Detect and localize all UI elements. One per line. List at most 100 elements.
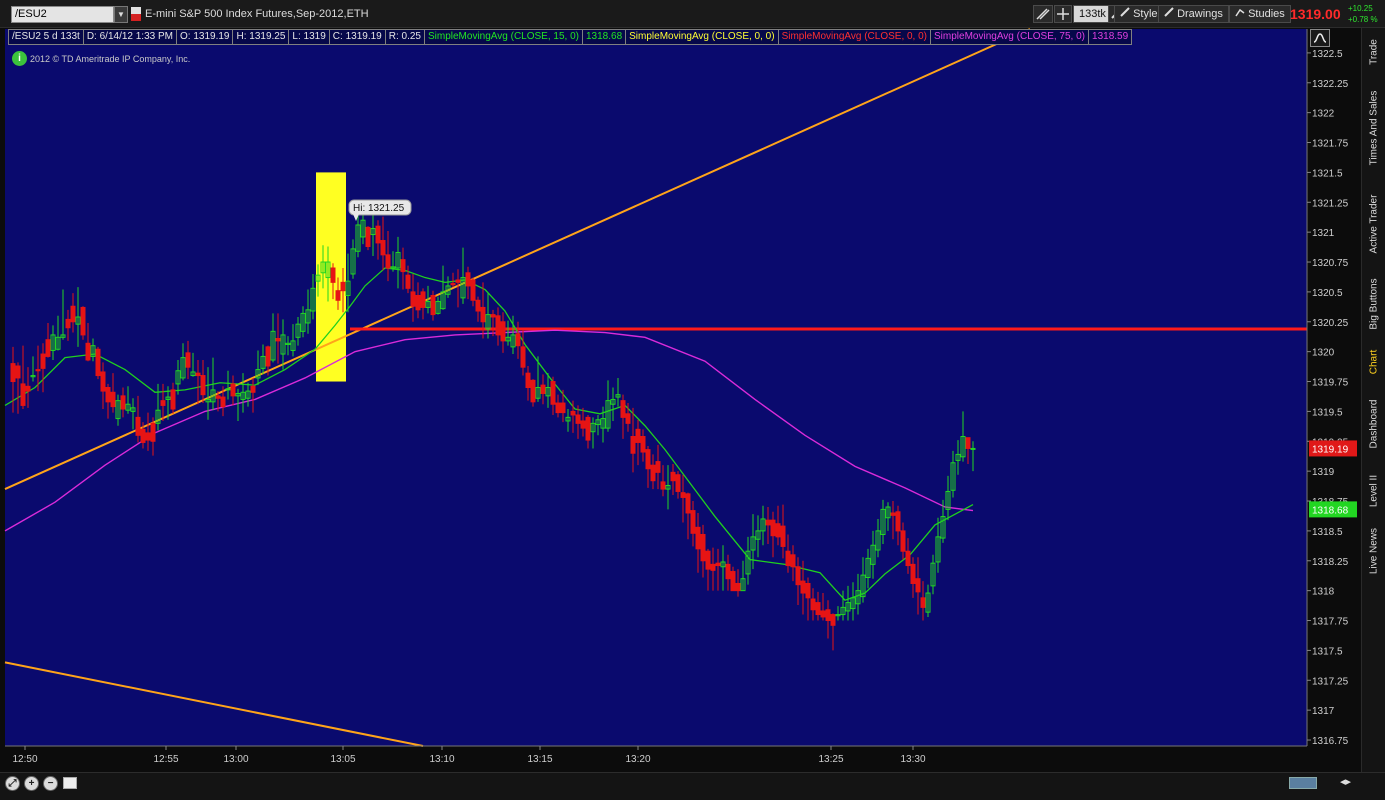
info-close: C: 1319.19 [328,29,386,45]
zoom-in-icon[interactable]: + [24,776,39,791]
copyright-text: 2012 © TD Ameritrade IP Company, Inc. [30,54,191,64]
tab-dashboard[interactable]: Dashboard [1363,386,1385,462]
candle-body [775,523,781,538]
candle-body [550,381,556,405]
tab-big-buttons[interactable]: Big Buttons [1363,268,1385,340]
scroll-arrows-icon[interactable]: ◂▸ [1340,775,1351,788]
candle-body [770,519,776,537]
link-color-icon[interactable] [131,7,141,21]
style-label: Style [1133,8,1158,20]
candle-body [785,550,791,567]
aggregation-selector[interactable]: 133tk [1073,5,1112,23]
symbol-input[interactable]: /ESU2 [11,6,114,23]
candle-body [195,372,201,377]
tab-chart[interactable]: Chart [1363,342,1385,382]
price-tick-label: 1319.5 [1312,407,1343,418]
price-tick-label: 1317.75 [1312,617,1349,628]
style-button[interactable]: Style [1114,5,1164,23]
horizontal-scrollbar[interactable] [1289,777,1317,789]
candle-body [700,533,706,562]
candle-body [100,371,106,392]
time-tick-label: 13:10 [429,754,454,765]
candle-body [135,416,141,436]
candle-body [450,283,456,286]
candle-body [675,474,681,492]
instrument-description: E-mini S&P 500 Index Futures,Sep-2012,ET… [145,8,369,20]
sma0-red-label[interactable]: SimpleMovingAvg (CLOSE, 0, 0) [777,29,932,45]
candle-body [805,582,811,599]
studies-button[interactable]: Studies [1229,5,1291,23]
candle-body [335,290,341,301]
crosshair-toggle-icon[interactable] [63,777,77,789]
candle-body [480,306,486,323]
candle-body [110,391,116,408]
candle-body [120,395,126,410]
candle-body [900,530,906,552]
candle-body [895,511,901,532]
last-price-badge-label: 1319.19 [1312,444,1349,455]
candle-body [910,563,916,584]
candle-body [35,369,41,372]
drawings-button[interactable]: Drawings [1158,5,1229,23]
tab-times-and-sales[interactable]: Times And Sales [1363,76,1385,180]
sma0-yellow-label[interactable]: SimpleMovingAvg (CLOSE, 0, 0) [625,29,779,45]
candle-body [730,571,736,592]
price-tick-label: 1317.25 [1312,676,1349,687]
price-tick-label: 1320.25 [1312,318,1349,329]
candle-body [215,395,221,399]
expand-icon[interactable]: i [12,51,27,66]
side-panel-tabs: Trade Times And Sales Active Trader Big … [1361,28,1385,772]
plot-area[interactable] [5,29,1307,746]
time-tick-label: 13:05 [330,754,355,765]
sma75-value: 1318.59 [1088,29,1133,45]
tab-live-news[interactable]: Live News [1363,520,1385,582]
drawing-tool-icon[interactable] [1033,5,1053,23]
candle-body [580,420,586,429]
candle-body [85,342,91,361]
crosshair-icon[interactable] [1054,5,1072,23]
sma75-label[interactable]: SimpleMovingAvg (CLOSE, 75, 0) [930,29,1090,45]
candle-body [80,306,86,336]
chart-settings-icon[interactable] [1310,29,1330,47]
candle-body [645,449,651,470]
candle-body [575,414,581,424]
tab-active-trader[interactable]: Active Trader [1363,182,1385,266]
candle-body [220,396,226,408]
candle-body [200,375,206,396]
zoom-out-icon[interactable]: − [43,776,58,791]
candle [80,306,86,340]
candle-body [25,385,31,392]
price-tick-label: 1321 [1312,228,1335,239]
candle-body [475,299,481,312]
candle-body [275,338,281,342]
candle-body [690,510,696,534]
tab-level-ii[interactable]: Level II [1363,466,1385,516]
drawings-label: Drawings [1177,8,1223,20]
price-tick-label: 1322.5 [1312,49,1343,60]
tab-trade[interactable]: Trade [1363,30,1385,74]
sma15-value: 1318.68 [581,29,627,45]
candle-body [735,582,741,592]
studies-label: Studies [1248,8,1285,20]
candle-body [515,333,521,347]
candle-body [95,348,101,377]
sma15-label[interactable]: SimpleMovingAvg (CLOSE, 15, 0) [423,29,583,45]
symbol-dropdown-icon[interactable]: ▼ [114,6,128,23]
price-tick-label: 1321.25 [1312,198,1349,209]
candle-body [145,432,151,441]
candle-body [65,318,71,329]
sma-price-badge-label: 1318.68 [1312,505,1349,516]
candle-body [520,346,526,368]
candle-body [635,428,641,443]
time-tick-label: 13:00 [223,754,248,765]
zoom-reset-icon[interactable]: ⤢ [5,776,20,791]
candle-body [500,321,506,342]
candle-body [965,437,971,449]
candle-body [710,563,716,571]
candle-body [625,413,631,424]
price-chart[interactable]: Hi: 1321.25 1322.5 1322.25 1322 1321.75 1321… [0,28,1361,772]
candle-body [790,554,796,568]
time-tick-label: 12:50 [12,754,37,765]
time-tick-label: 12:55 [153,754,178,765]
candle-body [725,563,731,580]
